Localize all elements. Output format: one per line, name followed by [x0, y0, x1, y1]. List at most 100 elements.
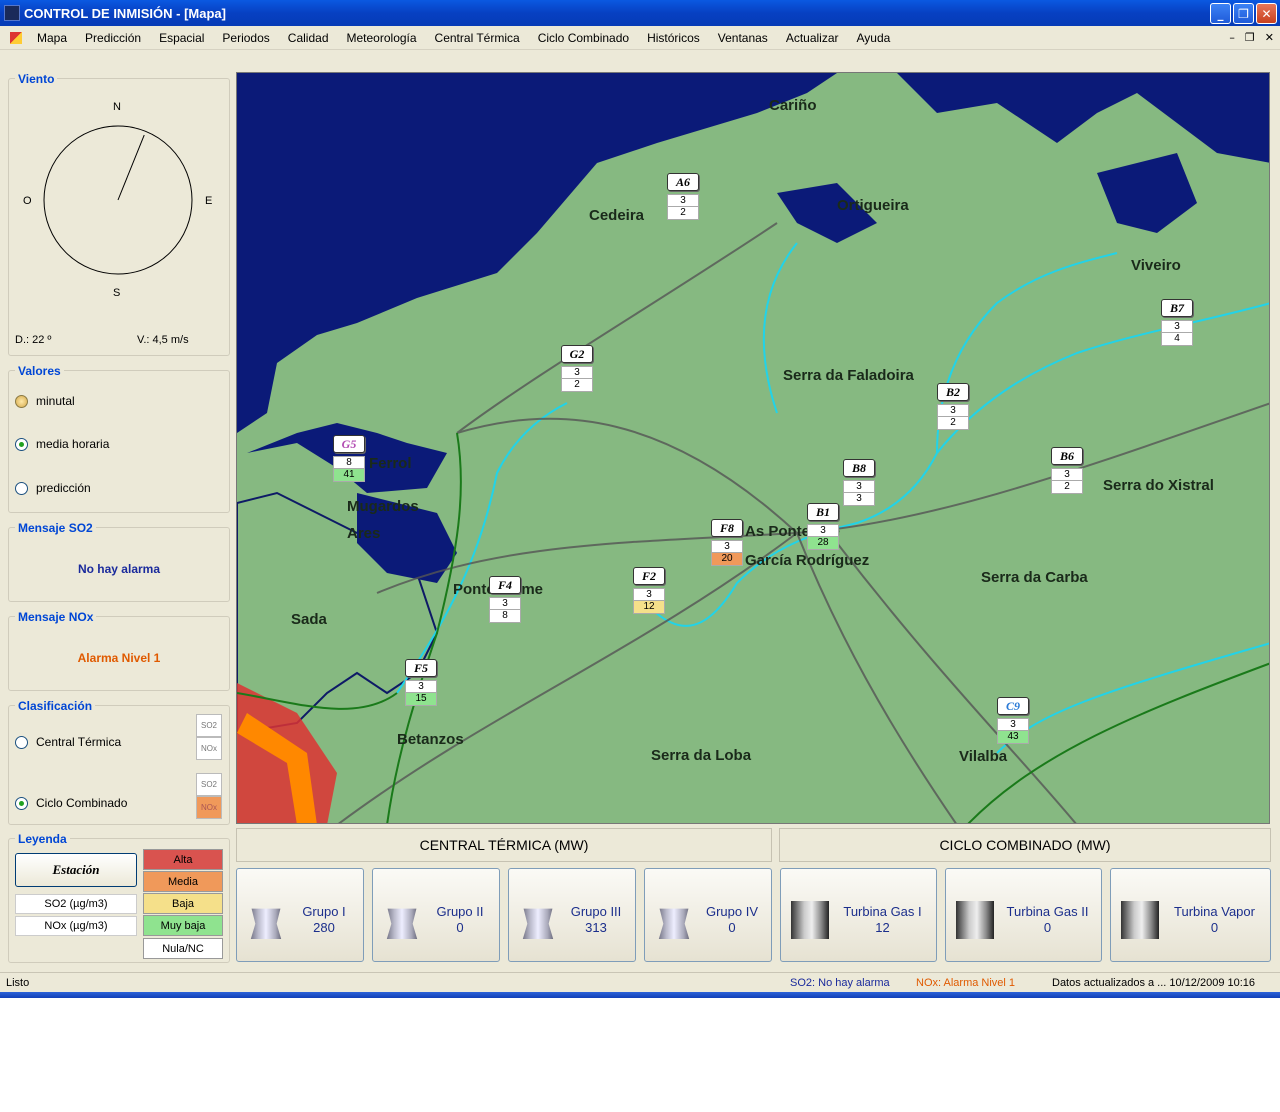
menu-ayuda[interactable]: Ayuda — [848, 26, 900, 50]
mensaje-nox-label: Mensaje NOx — [15, 610, 97, 624]
mdi-minimize-button[interactable]: – — [1229, 31, 1235, 44]
menu-central-termica[interactable]: Central Térmica — [426, 26, 529, 50]
compass-s: S — [113, 287, 121, 299]
turbina-gas-1-button[interactable]: Turbina Gas I 12 — [780, 868, 937, 962]
station-f2[interactable]: F2 3 12 — [633, 567, 665, 614]
radio-prediccion-circle[interactable] — [15, 481, 28, 495]
legend-baja: Baja — [143, 893, 223, 914]
station-so2-value: 3 — [1161, 320, 1193, 333]
town-serra-faladoira: Serra da Faladoira — [783, 367, 914, 384]
status-updated: Datos actualizados a ... 10/12/2009 10:1… — [1052, 976, 1256, 989]
menu-bar: Mapa Predicción Espacial Periodos Calida… — [0, 26, 1280, 50]
station-tag[interactable]: C9 — [997, 697, 1029, 715]
grupo-3-button[interactable]: Grupo III 313 — [508, 868, 636, 962]
station-b1[interactable]: B1 3 28 — [807, 503, 839, 550]
app-icon — [4, 5, 20, 21]
minimize-button[interactable]: _ — [1210, 3, 1231, 24]
radio-central-termica-circle[interactable] — [15, 735, 28, 749]
town-garcia-rodriguez: García Rodríguez — [745, 552, 870, 569]
grupo-4-name: Grupo IV — [705, 904, 759, 919]
town-cedeira: Cedeira — [589, 207, 645, 224]
turbina-gas-2-button[interactable]: Turbina Gas II 0 — [945, 868, 1102, 962]
grupo-1-button[interactable]: Grupo I 280 — [236, 868, 364, 962]
status-nox: NOx: Alarma Nivel 1 — [916, 976, 1016, 989]
station-a6[interactable]: A6 3 2 — [667, 173, 699, 220]
menu-actualizar[interactable]: Actualizar — [777, 26, 848, 50]
so2-unit-label: SO2 (µg/m3) — [15, 894, 137, 914]
station-b2[interactable]: B2 3 2 — [937, 383, 969, 430]
legend-muy-baja: Muy baja — [143, 915, 223, 936]
station-f4[interactable]: F4 3 8 — [489, 576, 521, 623]
cooling-tower-icon — [658, 908, 690, 939]
station-tag[interactable]: A6 — [667, 173, 699, 191]
legend-alta: Alta — [143, 849, 223, 870]
viento-label: Viento — [15, 72, 58, 86]
town-serra-loba: Serra da Loba — [651, 747, 752, 764]
station-tag[interactable]: G2 — [561, 345, 593, 363]
menu-meteorologia[interactable]: Meteorología — [338, 26, 426, 50]
turbina-vapor-name: Turbina Vapor — [1174, 904, 1255, 919]
station-c9[interactable]: C9 3 43 — [997, 697, 1029, 744]
estacion-button[interactable]: Estación — [15, 853, 137, 887]
so2-alarm-message: No hay alarma — [77, 562, 161, 576]
grupo-3-mw: 313 — [585, 920, 607, 935]
grupo-2-button[interactable]: Grupo II 0 — [372, 868, 500, 962]
station-tag[interactable]: F4 — [489, 576, 521, 594]
station-tag[interactable]: B8 — [843, 459, 875, 477]
station-tag[interactable]: G5 — [333, 435, 365, 453]
menu-prediccion[interactable]: Predicción — [76, 26, 150, 50]
town-ortigueira: Ortigueira — [837, 197, 909, 214]
station-tag[interactable]: B6 — [1051, 447, 1083, 465]
station-f5[interactable]: F5 3 15 — [405, 659, 437, 706]
radio-central-termica[interactable]: Central Térmica — [15, 735, 121, 749]
grupo-4-button[interactable]: Grupo IV 0 — [644, 868, 772, 962]
clasificacion-label: Clasificación — [15, 699, 96, 713]
station-tag[interactable]: B1 — [807, 503, 839, 521]
station-b6[interactable]: B6 3 2 — [1051, 447, 1083, 494]
station-tag[interactable]: F2 — [633, 567, 665, 585]
station-tag[interactable]: B2 — [937, 383, 969, 401]
station-nox-value: 20 — [711, 553, 743, 566]
menu-ventanas[interactable]: Ventanas — [709, 26, 777, 50]
mdi-child-icon[interactable] — [10, 31, 22, 44]
maximize-button[interactable]: ❐ — [1233, 3, 1254, 24]
taskbar-edge — [0, 992, 1280, 998]
radio-prediccion[interactable]: predicción — [15, 481, 91, 495]
station-g5[interactable]: G5 8 41 — [333, 435, 365, 482]
radio-media-horaria-circle[interactable] — [15, 437, 28, 451]
cooling-tower-icon — [522, 908, 554, 939]
cc-so2-class: SO2 — [196, 773, 222, 796]
map-view[interactable]: Cariño Cedeira Ortigueira Viveiro Serra … — [236, 72, 1270, 824]
radio-ciclo-combinado[interactable]: Ciclo Combinado — [15, 796, 127, 810]
town-serra-carba: Serra da Carba — [981, 569, 1088, 586]
menu-calidad[interactable]: Calidad — [279, 26, 338, 50]
mdi-close-button[interactable]: ✕ — [1265, 31, 1274, 44]
town-sada: Sada — [291, 611, 327, 628]
radio-ciclo-combinado-circle[interactable] — [15, 796, 28, 810]
station-nox-value: 12 — [633, 601, 665, 614]
radio-media-horaria[interactable]: media horaria — [15, 437, 109, 451]
menu-historicos[interactable]: Históricos — [638, 26, 709, 50]
close-button[interactable]: ✕ — [1256, 3, 1277, 24]
menu-mapa[interactable]: Mapa — [28, 26, 76, 50]
menu-espacial[interactable]: Espacial — [150, 26, 213, 50]
menu-periodos[interactable]: Periodos — [213, 26, 278, 50]
turbina-vapor-button[interactable]: Turbina Vapor 0 — [1110, 868, 1271, 962]
station-tag[interactable]: F5 — [405, 659, 437, 677]
station-tag[interactable]: B7 — [1161, 299, 1193, 317]
menu-ciclo-combinado[interactable]: Ciclo Combinado — [529, 26, 638, 50]
mdi-restore-button[interactable]: ❐ — [1245, 31, 1255, 44]
legend-media: Media — [143, 871, 223, 892]
station-nox-value: 2 — [667, 207, 699, 220]
station-f8[interactable]: F8 3 20 — [711, 519, 743, 566]
radio-minutal-circle[interactable] — [15, 394, 28, 408]
station-tag[interactable]: F8 — [711, 519, 743, 537]
ciclo-combinado-header: CICLO COMBINADO (MW) — [779, 828, 1271, 862]
station-so2-value: 3 — [667, 194, 699, 207]
station-b7[interactable]: B7 3 4 — [1161, 299, 1193, 346]
station-g2[interactable]: G2 3 2 — [561, 345, 593, 392]
station-b8[interactable]: B8 3 3 — [843, 459, 875, 506]
radio-minutal[interactable]: minutal — [15, 394, 75, 408]
station-so2-value: 3 — [997, 718, 1029, 731]
title-bar[interactable]: CONTROL DE INMISIÓN - [Mapa] _ ❐ ✕ — [0, 0, 1280, 26]
